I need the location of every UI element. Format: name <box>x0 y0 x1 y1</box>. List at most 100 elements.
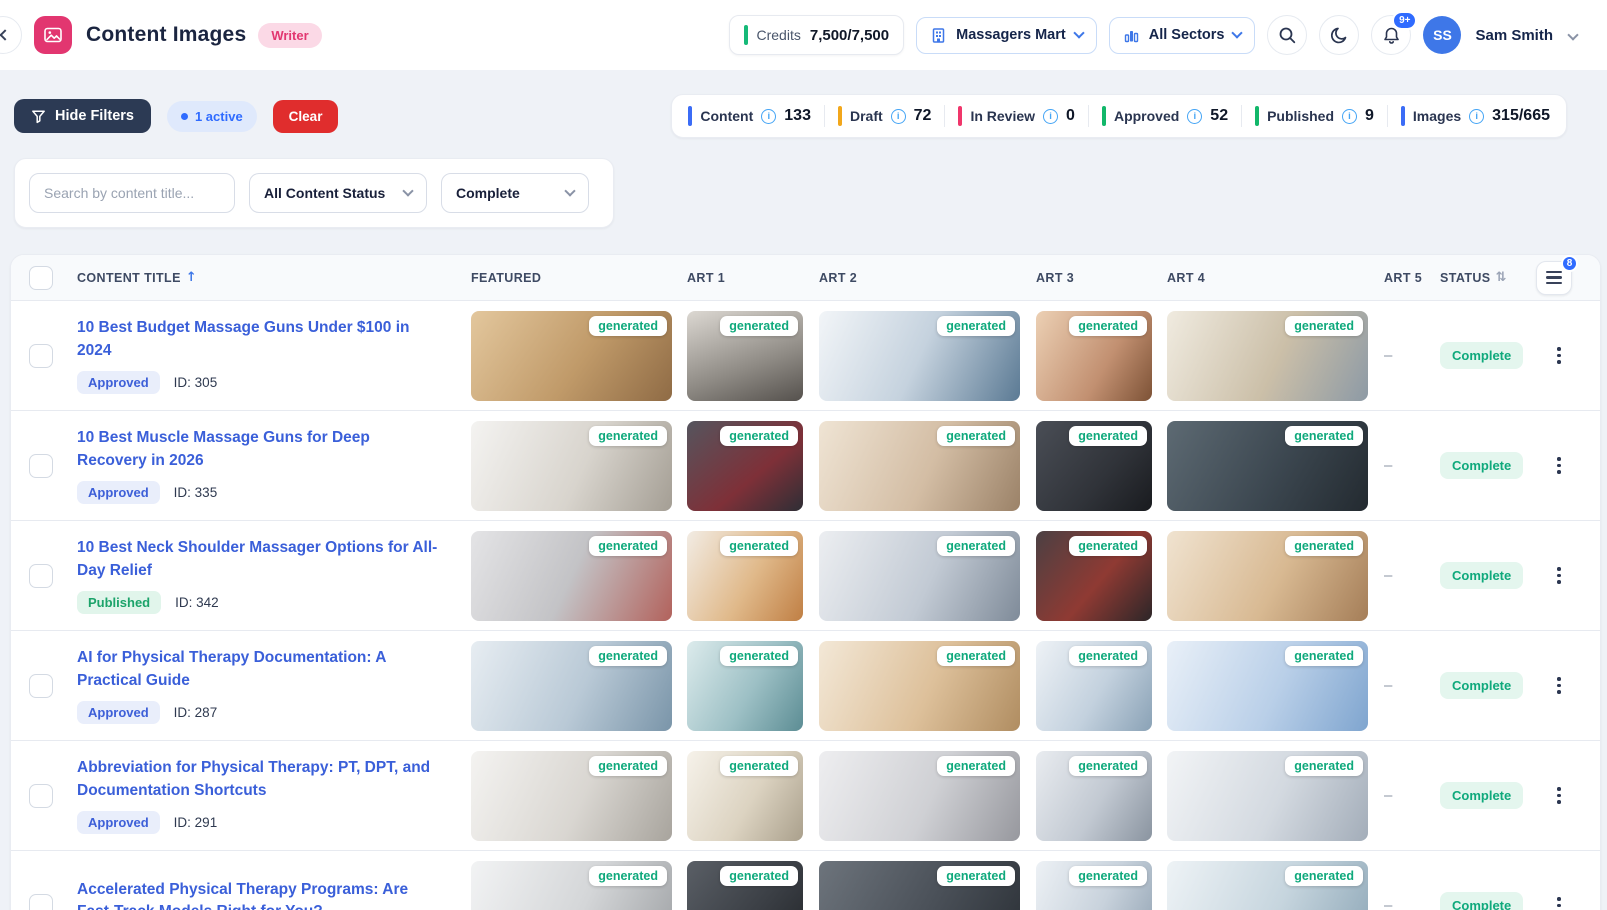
column-content-title[interactable]: CONTENT TITLE↑ <box>77 270 471 285</box>
content-table: CONTENT TITLE↑ FEATURED ART 1 ART 2 ART … <box>10 254 1601 910</box>
generated-badge: generated <box>589 426 667 446</box>
row-checkbox[interactable] <box>29 674 53 698</box>
content-stats-bar: Content i 133 Draft i 72 In Review i 0 A… <box>671 94 1567 138</box>
search-button[interactable] <box>1267 15 1307 55</box>
art4-image[interactable]: generated <box>1167 861 1368 910</box>
bar-chart-icon <box>1123 27 1140 44</box>
art1-image[interactable]: generated <box>687 421 803 511</box>
generated-badge: generated <box>1069 426 1147 446</box>
art1-image[interactable]: generated <box>687 531 803 621</box>
content-title-link[interactable]: AI for Physical Therapy Documentation: A… <box>77 647 443 692</box>
stat-bar-icon <box>1102 106 1106 126</box>
info-icon[interactable]: i <box>1342 109 1357 124</box>
row-menu-button[interactable] <box>1536 343 1582 368</box>
art2-image[interactable]: generated <box>819 861 1020 910</box>
workspace-selector[interactable]: Massagers Mart <box>916 17 1097 54</box>
select-all-checkbox[interactable] <box>29 266 53 290</box>
row-menu-button[interactable] <box>1536 673 1582 698</box>
art1-image[interactable]: generated <box>687 641 803 731</box>
top-header: Content Images Writer Credits 7,500/7,50… <box>0 0 1607 70</box>
image-status-select[interactable]: Complete <box>441 173 589 213</box>
table-row: Accelerated Physical Therapy Programs: A… <box>11 851 1600 910</box>
clear-filters-button[interactable]: Clear <box>273 100 339 133</box>
generated-badge: generated <box>589 316 667 336</box>
featured-image[interactable]: generated <box>471 641 672 731</box>
art3-image[interactable]: generated <box>1036 421 1152 511</box>
content-title-link[interactable]: Accelerated Physical Therapy Programs: A… <box>77 879 443 910</box>
column-settings-button[interactable]: 8 <box>1536 261 1572 295</box>
art3-image[interactable]: generated <box>1036 861 1152 910</box>
art1-image[interactable]: generated <box>687 861 803 910</box>
notification-count-badge: 9+ <box>1392 11 1417 30</box>
row-checkbox[interactable] <box>29 344 53 368</box>
avatar[interactable]: SS <box>1423 16 1461 54</box>
featured-image[interactable]: generated <box>471 531 672 621</box>
featured-image[interactable]: generated <box>471 861 672 910</box>
art2-image[interactable]: generated <box>819 421 1020 511</box>
column-status[interactable]: STATUS⇅ <box>1440 270 1536 285</box>
content-status-select[interactable]: All Content Status <box>249 173 427 213</box>
art2-image[interactable]: generated <box>819 531 1020 621</box>
content-status-value: All Content Status <box>264 185 385 201</box>
notifications-button[interactable]: 9+ <box>1371 15 1411 55</box>
generated-badge: generated <box>1285 756 1363 776</box>
featured-image[interactable]: generated <box>471 751 672 841</box>
content-id: ID: 305 <box>174 375 218 390</box>
divider <box>1088 105 1089 127</box>
info-icon[interactable]: i <box>891 109 906 124</box>
building-icon <box>930 27 947 44</box>
art4-image[interactable]: generated <box>1167 751 1368 841</box>
row-menu-button[interactable] <box>1536 563 1582 588</box>
art4-image[interactable]: generated <box>1167 421 1368 511</box>
user-menu-button[interactable] <box>1565 22 1581 48</box>
row-menu-button[interactable] <box>1536 453 1582 478</box>
art3-image[interactable]: generated <box>1036 531 1152 621</box>
sector-selector[interactable]: All Sectors <box>1109 17 1256 54</box>
art2-image[interactable]: generated <box>819 751 1020 841</box>
content-title-link[interactable]: 10 Best Budget Massage Guns Under $100 i… <box>77 317 443 362</box>
art2-image[interactable]: generated <box>819 311 1020 401</box>
art1-image[interactable]: generated <box>687 311 803 401</box>
table-row: 10 Best Muscle Massage Guns for Deep Rec… <box>11 411 1600 521</box>
info-icon[interactable]: i <box>1043 109 1058 124</box>
art3-image[interactable]: generated <box>1036 751 1152 841</box>
info-icon[interactable]: i <box>1469 109 1484 124</box>
art3-image[interactable]: generated <box>1036 311 1152 401</box>
column-featured: FEATURED <box>471 271 687 285</box>
art3-image[interactable]: generated <box>1036 641 1152 731</box>
search-icon <box>1278 26 1297 45</box>
content-title-link[interactable]: 10 Best Muscle Massage Guns for Deep Rec… <box>77 427 443 472</box>
row-checkbox[interactable] <box>29 894 53 910</box>
art4-image[interactable]: generated <box>1167 531 1368 621</box>
row-checkbox[interactable] <box>29 454 53 478</box>
row-menu-button[interactable] <box>1536 893 1582 910</box>
column-art4: ART 4 <box>1167 271 1384 285</box>
back-button[interactable] <box>0 16 22 54</box>
table-row: Abbreviation for Physical Therapy: PT, D… <box>11 741 1600 851</box>
art4-image[interactable]: generated <box>1167 311 1368 401</box>
content-title-link[interactable]: Abbreviation for Physical Therapy: PT, D… <box>77 757 443 802</box>
info-icon[interactable]: i <box>761 109 776 124</box>
art1-image[interactable]: generated <box>687 751 803 841</box>
info-icon[interactable]: i <box>1187 109 1202 124</box>
image-icon <box>43 25 63 45</box>
row-checkbox[interactable] <box>29 564 53 588</box>
search-input[interactable] <box>29 173 235 213</box>
row-menu-button[interactable] <box>1536 783 1582 808</box>
status-badge: Published <box>77 591 161 614</box>
sector-label: All Sectors <box>1149 27 1225 43</box>
generated-badge: generated <box>937 646 1015 666</box>
row-checkbox[interactable] <box>29 784 53 808</box>
hide-filters-button[interactable]: Hide Filters <box>14 99 151 133</box>
generated-badge: generated <box>720 646 798 666</box>
dark-mode-toggle[interactable] <box>1319 15 1359 55</box>
art5-empty: – <box>1384 457 1392 474</box>
image-status-pill: Complete <box>1440 782 1523 809</box>
chevron-down-icon <box>1567 29 1578 40</box>
content-title-link[interactable]: 10 Best Neck Shoulder Massager Options f… <box>77 537 443 582</box>
featured-image[interactable]: generated <box>471 311 672 401</box>
featured-image[interactable]: generated <box>471 421 672 511</box>
art2-image[interactable]: generated <box>819 641 1020 731</box>
column-art5: ART 5 <box>1384 271 1440 285</box>
art4-image[interactable]: generated <box>1167 641 1368 731</box>
